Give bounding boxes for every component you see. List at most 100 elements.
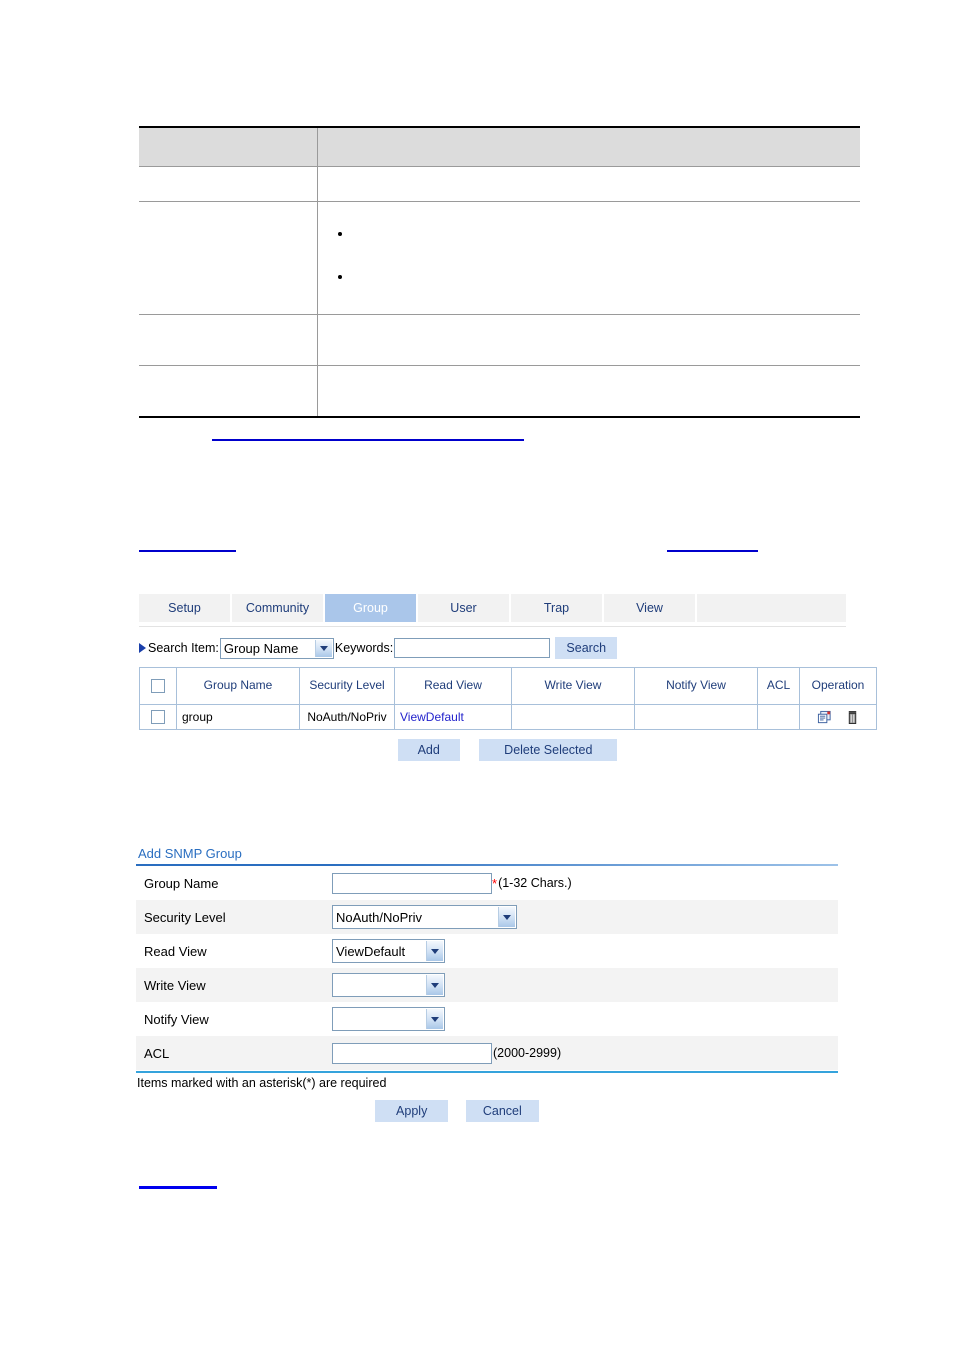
group-name-input[interactable] — [332, 872, 492, 894]
chevron-down-icon — [498, 907, 515, 927]
cell-read-view: ViewDefault — [394, 704, 512, 730]
tab-label: View — [636, 601, 663, 615]
tab-label: User — [450, 601, 477, 615]
select-all-header — [139, 667, 177, 705]
tab-bar: Setup Community Group User Trap View — [139, 594, 846, 623]
delete-icon[interactable] — [846, 710, 859, 725]
search-item-select[interactable]: Group Name — [219, 637, 334, 659]
hyperlink-underline-left[interactable] — [139, 550, 236, 552]
required-asterisk: * — [492, 875, 498, 891]
tab-label: Community — [245, 601, 310, 615]
cell-notify-view — [634, 704, 758, 730]
triangle-right-icon — [139, 643, 146, 653]
chevron-down-icon — [314, 639, 332, 657]
reference-table — [139, 126, 860, 418]
table-row — [139, 166, 860, 202]
apply-button[interactable]: Apply — [375, 1100, 449, 1122]
delete-selected-button[interactable]: Delete Selected — [479, 739, 618, 761]
hyperlink-underline-mid[interactable] — [212, 439, 524, 441]
form-action-buttons: Apply Cancel — [136, 1100, 838, 1122]
chevron-down-icon — [426, 941, 443, 961]
tab-label: Group — [353, 601, 388, 615]
keywords-label: Keywords: — [334, 641, 394, 655]
row-checkbox[interactable] — [151, 710, 165, 725]
cell-write-view — [511, 704, 635, 730]
hyperlink-underline-right[interactable] — [667, 550, 758, 552]
read-view-link[interactable]: ViewDefault — [400, 710, 464, 724]
tab-bar-divider — [139, 623, 846, 627]
label-group-name: Group Name — [144, 875, 219, 891]
search-item-label: Search Item: — [148, 641, 219, 655]
table-row — [139, 364, 860, 418]
add-button[interactable]: Add — [397, 739, 460, 761]
search-button[interactable]: Search — [555, 637, 618, 659]
read-view-value: ViewDefault — [336, 943, 406, 959]
list-item — [352, 224, 852, 243]
read-view-select[interactable]: ViewDefault — [332, 939, 445, 963]
tab-user[interactable]: User — [418, 594, 511, 622]
acl-input[interactable] — [332, 1042, 492, 1064]
tab-label: Setup — [168, 601, 201, 615]
label-notify-view: Notify View — [144, 1011, 209, 1027]
column-header-read-view: Read View — [394, 667, 512, 705]
label-write-view: Write View — [144, 977, 206, 993]
hint-group-name: (1-32 Chars.) — [498, 876, 572, 890]
control-notify-view — [332, 1007, 445, 1031]
notify-view-select[interactable] — [332, 1007, 445, 1031]
column-header-group-name: Group Name — [176, 667, 300, 705]
bullet-list — [338, 224, 852, 286]
column-header-notify-view: Notify View — [634, 667, 758, 705]
form-row-notify-view: Notify View — [136, 1002, 838, 1036]
cell-group-name: group — [176, 704, 300, 730]
column-header-security-level: Security Level — [299, 667, 395, 705]
table-header-row — [139, 126, 860, 167]
security-level-value: NoAuth/NoPriv — [336, 909, 422, 925]
control-acl: (2000-2999) — [332, 1042, 562, 1064]
control-group-name: * (1-32 Chars.) — [332, 872, 572, 894]
label-read-view: Read View — [144, 943, 207, 959]
chevron-down-icon — [426, 975, 443, 995]
select-all-checkbox[interactable] — [151, 679, 165, 693]
add-snmp-group-form: Add SNMP Group Group Name * (1-32 Chars.… — [136, 846, 838, 1122]
column-header-acl: ACL — [757, 667, 800, 705]
write-view-select[interactable] — [332, 973, 445, 997]
form-row-security-level: Security Level NoAuth/NoPriv — [136, 900, 838, 934]
form-row-group-name: Group Name * (1-32 Chars.) — [136, 866, 838, 900]
tab-bar-filler — [697, 594, 846, 622]
group-table: Group Name Security Level Read View Writ… — [139, 667, 877, 730]
column-header-operation: Operation — [799, 667, 877, 705]
control-security-level: NoAuth/NoPriv — [332, 905, 517, 929]
table-cell-label — [139, 364, 318, 418]
table-cell-content — [317, 313, 860, 366]
hyperlink-underline-bottom[interactable] — [139, 1186, 217, 1189]
table-cell-label — [139, 166, 318, 202]
table-cell-content — [317, 166, 860, 202]
row-select-cell — [139, 704, 177, 730]
hint-acl: (2000-2999) — [493, 1046, 562, 1060]
cell-security-level: NoAuth/NoPriv — [299, 704, 395, 730]
tab-trap[interactable]: Trap — [511, 594, 604, 622]
table-row: group NoAuth/NoPriv ViewDefault — [139, 704, 877, 730]
tab-setup[interactable]: Setup — [139, 594, 232, 622]
tab-label: Trap — [543, 601, 570, 615]
form-row-read-view: Read View ViewDefault — [136, 934, 838, 968]
tab-community[interactable]: Community — [232, 594, 325, 622]
search-item-value: Group Name — [223, 640, 299, 656]
search-bar: Search Item: Group Name Keywords: Search — [139, 637, 846, 659]
cell-acl — [757, 704, 800, 730]
cell-operation — [799, 704, 877, 730]
table-header-cell-1 — [139, 126, 318, 167]
label-acl: ACL — [144, 1045, 170, 1061]
chevron-down-icon — [426, 1009, 443, 1029]
table-cell-label — [139, 313, 318, 366]
tab-view[interactable]: View — [604, 594, 697, 622]
required-fields-note: Items marked with an asterisk(*) are req… — [137, 1076, 387, 1090]
cancel-button[interactable]: Cancel — [465, 1100, 539, 1122]
group-table-header-row: Group Name Security Level Read View Writ… — [139, 667, 877, 705]
snmp-web-panel: Setup Community Group User Trap View Sea… — [139, 594, 877, 761]
table-row — [139, 313, 860, 366]
tab-group[interactable]: Group — [325, 594, 418, 622]
keywords-input[interactable] — [394, 638, 551, 658]
edit-icon[interactable] — [817, 710, 832, 725]
security-level-select[interactable]: NoAuth/NoPriv — [332, 905, 517, 929]
